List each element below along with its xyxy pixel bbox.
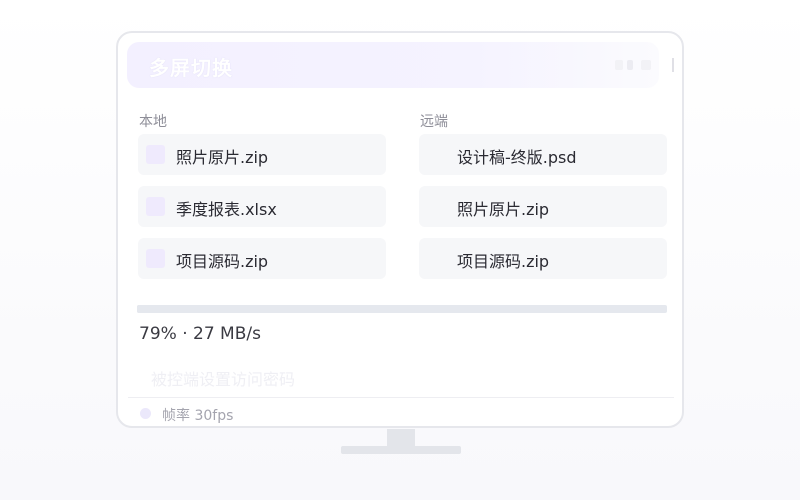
monitor-stand-base bbox=[341, 446, 461, 454]
transfer-progress-text: 79% · 27 MB/s bbox=[139, 324, 261, 344]
file-icon bbox=[146, 249, 165, 268]
status-text: 帧率 30fps bbox=[162, 408, 234, 424]
remote-file-item[interactable]: 项目源码.zip bbox=[419, 238, 667, 279]
file-name: 设计稿-终版.psd bbox=[457, 148, 577, 167]
local-file-item[interactable]: 项目源码.zip bbox=[138, 238, 386, 279]
file-icon bbox=[146, 197, 165, 216]
remote-column-label: 远端 bbox=[420, 114, 448, 130]
file-name: 项目源码.zip bbox=[457, 252, 550, 271]
monitor-stand-neck bbox=[387, 429, 415, 446]
local-column-label: 本地 bbox=[139, 114, 167, 130]
file-name: 季度报表.xlsx bbox=[176, 200, 277, 219]
title-control-3[interactable] bbox=[641, 60, 651, 70]
file-name: 照片原片.zip bbox=[457, 200, 550, 219]
page: 多屏切换 本地 远端 照片原片.zip 季度报表.xlsx 项目源码.zip 设… bbox=[0, 0, 800, 500]
title-control-2[interactable] bbox=[627, 60, 633, 70]
remote-file-item[interactable]: 照片原片.zip bbox=[419, 186, 667, 227]
status-divider bbox=[128, 397, 674, 398]
app-title: 多屏切换 bbox=[149, 56, 233, 80]
monitor-frame: 多屏切换 本地 远端 照片原片.zip 季度报表.xlsx 项目源码.zip 设… bbox=[116, 31, 684, 428]
file-icon bbox=[146, 145, 165, 164]
password-hint: 被控端设置访问密码 bbox=[151, 370, 296, 389]
title-divider bbox=[672, 58, 674, 72]
file-name: 项目源码.zip bbox=[176, 252, 269, 271]
local-file-item[interactable]: 照片原片.zip bbox=[138, 134, 386, 175]
title-control-1[interactable] bbox=[615, 60, 623, 70]
local-file-item[interactable]: 季度报表.xlsx bbox=[138, 186, 386, 227]
title-bar: 多屏切换 bbox=[127, 42, 674, 88]
transfer-progress-bar bbox=[137, 305, 667, 313]
remote-file-item[interactable]: 设计稿-终版.psd bbox=[419, 134, 667, 175]
transfer-progress-fill bbox=[137, 305, 556, 313]
status-dot-icon bbox=[140, 408, 151, 419]
file-name: 照片原片.zip bbox=[176, 148, 269, 167]
